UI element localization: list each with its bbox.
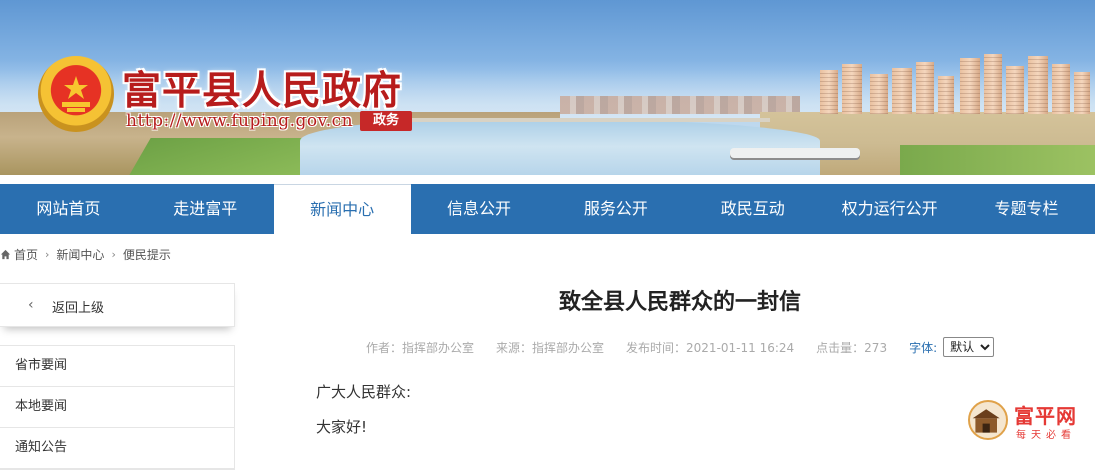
fuping-net-logo[interactable]: 富平网 每天必看 (968, 400, 1092, 442)
banner-bridge (390, 118, 770, 122)
home-icon (0, 249, 11, 259)
chevron-left-icon: ‹ (28, 297, 34, 313)
article-title: 致全县人民群众的一封信 (558, 290, 801, 315)
nav-item-interaction[interactable]: 政民互动 (684, 184, 821, 234)
sidebar-item-provincial-news[interactable]: 省市要闻 (0, 346, 234, 387)
banner-park (900, 145, 1095, 175)
site-url: http://www.fuping.gov.cn (126, 111, 354, 131)
banner-city-skyline (820, 48, 1095, 114)
site-tag-badge: 政务 (360, 111, 412, 131)
nav-item-service-disclosure[interactable]: 服务公开 (548, 184, 685, 234)
article-salutation: 广大人民群众: (316, 383, 412, 401)
breadcrumb-news-center[interactable]: 新闻中心 (56, 246, 104, 263)
nav-item-power-operation[interactable]: 权力运行公开 (821, 184, 958, 234)
article-published-time: 发布时间：2021-01-11 16:24 (626, 340, 795, 355)
nav-item-home[interactable]: 网站首页 (0, 184, 137, 234)
font-size-select[interactable]: 默认 (943, 337, 995, 357)
chevron-right-icon: › (45, 247, 50, 261)
banner-pier (730, 148, 860, 158)
article-greeting: 大家好! (316, 418, 368, 436)
header-banner: 富平县人民政府 http://www.fuping.gov.cn 政务 (0, 0, 1095, 175)
nav-item-info-disclosure[interactable]: 信息公开 (411, 184, 548, 234)
breadcrumb-current[interactable]: 便民提示 (123, 246, 171, 263)
back-button-label: 返回上级 (52, 301, 105, 316)
nav-item-about-fuping[interactable]: 走进富平 (137, 184, 274, 234)
article-hit-count: 点击量：273 (816, 340, 888, 355)
back-button[interactable]: ‹ 返回上级 (0, 283, 235, 327)
sidebar-menu: 省市要闻 本地要闻 通知公告 (0, 345, 235, 470)
site-title: 富平县人民政府 (122, 68, 403, 114)
main-nav: 网站首页 走进富平 新闻中心 信息公开 服务公开 政民互动 权力运行公开 专题专… (0, 184, 1095, 234)
article-source: 来源：指挥部办公室 (496, 340, 605, 355)
breadcrumb: 首页 › 新闻中心 › 便民提示 (0, 245, 171, 263)
city-gate-icon (968, 400, 1008, 440)
chevron-right-icon: › (111, 247, 116, 261)
fuping-net-logo-text: 富平网 (1014, 404, 1077, 428)
nav-item-special-topics[interactable]: 专题专栏 (958, 184, 1095, 234)
sidebar-item-notices[interactable]: 通知公告 (0, 428, 234, 469)
fuping-net-logo-slogan: 每天必看 (1016, 430, 1076, 441)
emblem-star-icon (62, 76, 90, 112)
font-size-label: 字体: (909, 340, 938, 355)
sidebar-item-local-news[interactable]: 本地要闻 (0, 387, 234, 428)
nav-item-news-center[interactable]: 新闻中心 (273, 184, 411, 234)
article-author: 作者：指挥部办公室 (366, 340, 475, 355)
article-meta: 作者：指挥部办公室 来源：指挥部办公室 发布时间：2021-01-11 16:2… (366, 337, 995, 357)
breadcrumb-home[interactable]: 首页 (14, 246, 38, 263)
